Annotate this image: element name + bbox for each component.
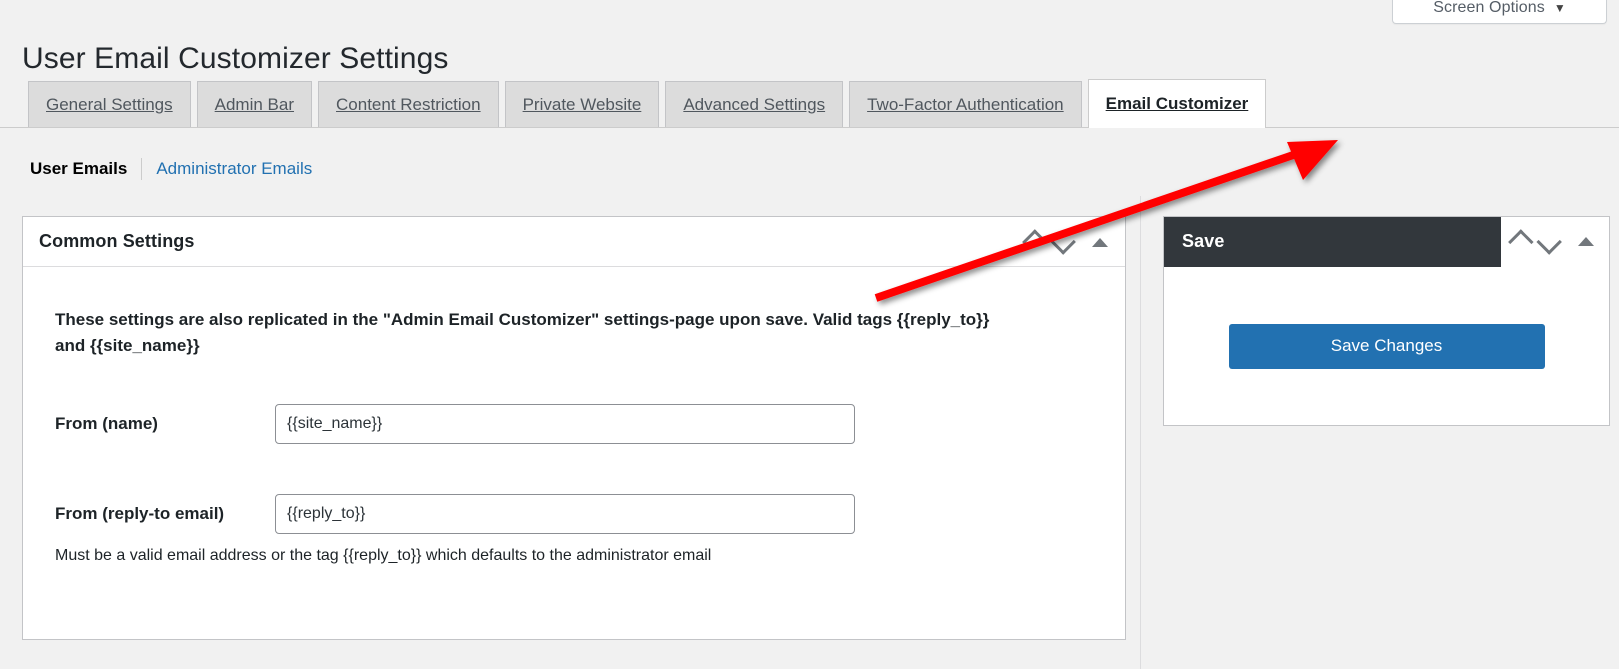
save-panel-title: Save	[1182, 231, 1225, 251]
save-panel: Save Save Changes	[1163, 216, 1610, 426]
from-name-label: From (name)	[55, 413, 158, 433]
panel-header-controls	[1015, 217, 1117, 267]
tab-general-settings[interactable]: General Settings	[28, 81, 191, 127]
common-settings-panel-header: Common Settings	[23, 217, 1125, 267]
field-row-reply-to-email: From (reply-to email)	[55, 493, 1109, 534]
field-row-from-name: From (name)	[55, 403, 1109, 444]
save-panel-header-controls	[1501, 216, 1609, 267]
tab-advanced-settings[interactable]: Advanced Settings	[665, 81, 844, 127]
tab-two-factor-authentication[interactable]: Two-Factor Authentication	[849, 81, 1082, 127]
settings-sidebar: Save Save Changes	[1140, 196, 1610, 669]
common-settings-panel-body: These settings are also replicated in th…	[23, 307, 1125, 568]
subnav-item-administrator-emails[interactable]: Administrator Emails	[142, 159, 312, 179]
email-customizer-subnav: User Emails Administrator Emails	[30, 158, 312, 180]
reply-to-email-input[interactable]	[275, 493, 855, 534]
tab-private-website[interactable]: Private Website	[504, 81, 660, 127]
reply-to-email-label: From (reply-to email)	[55, 503, 225, 523]
chevron-up-icon[interactable]	[1015, 225, 1049, 259]
tab-email-customizer[interactable]: Email Customizer	[1087, 79, 1267, 128]
save-panel-body: Save Changes	[1164, 267, 1609, 425]
tab-admin-bar[interactable]: Admin Bar	[196, 81, 313, 127]
common-settings-title: Common Settings	[39, 231, 195, 251]
common-settings-panel: Common Settings These settings are also …	[22, 216, 1126, 640]
main-content-area: Common Settings These settings are also …	[0, 196, 1619, 669]
chevron-down-icon[interactable]	[1535, 225, 1569, 259]
save-panel-header-fill: Save	[1164, 216, 1501, 267]
tab-content-restriction[interactable]: Content Restriction	[318, 81, 499, 127]
subnav-item-user-emails[interactable]: User Emails	[30, 159, 141, 179]
screen-options-label: Screen Options	[1433, 0, 1545, 16]
chevron-down-icon[interactable]	[1049, 225, 1083, 259]
save-changes-button[interactable]: Save Changes	[1228, 323, 1545, 369]
chevron-down-icon: ▼	[1553, 0, 1566, 15]
reply-to-email-hint: Must be a valid email address or the tag…	[55, 546, 712, 564]
from-name-input[interactable]	[275, 403, 855, 444]
save-panel-header: Save	[1164, 216, 1609, 267]
settings-tab-bar: General Settings Admin Bar Content Restric…	[0, 78, 1619, 128]
triangle-up-toggle-icon[interactable]	[1083, 225, 1117, 259]
chevron-up-icon[interactable]	[1501, 225, 1535, 259]
triangle-up-toggle-icon[interactable]	[1569, 225, 1603, 259]
page-title: User Email Customizer Settings	[22, 42, 449, 76]
screen-options-button[interactable]: Screen Options ▼	[1392, 0, 1607, 24]
common-settings-description: These settings are also replicated in th…	[55, 310, 990, 356]
